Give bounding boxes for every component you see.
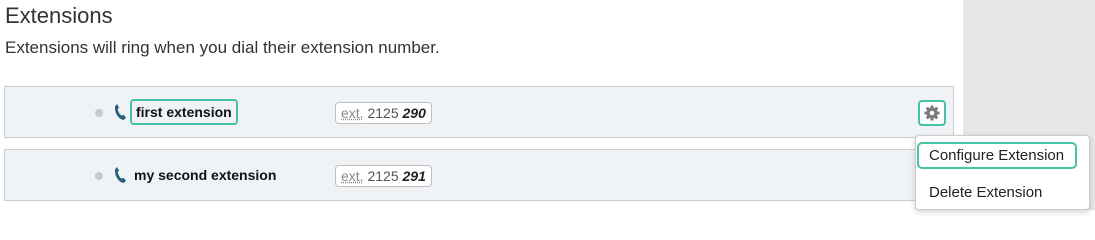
extension-name[interactable]: my second extension	[134, 167, 276, 183]
phone-icon	[113, 166, 127, 184]
ext-abbr: ext.	[341, 105, 364, 121]
ext-number: 291	[402, 168, 426, 184]
configure-extension-menu-item[interactable]: Configure Extension	[917, 142, 1077, 169]
extension-settings-button[interactable]	[918, 100, 946, 126]
extension-actions-menu: Configure Extension Delete Extension	[915, 135, 1090, 210]
ext-prefix: 2125	[367, 168, 399, 184]
ext-abbr: ext.	[341, 168, 364, 184]
phone-icon	[113, 103, 127, 121]
ext-prefix: 2125	[367, 105, 399, 121]
page-title: Extensions	[5, 3, 113, 28]
gear-icon	[924, 105, 940, 121]
page-subtitle: Extensions will ring when you dial their…	[5, 38, 440, 57]
ext-number: 290	[402, 105, 426, 121]
extension-number-badge: ext. 2125 291	[335, 165, 432, 187]
extension-number-badge: ext. 2125 290	[335, 102, 432, 124]
status-dot	[95, 172, 103, 180]
status-dot	[95, 109, 103, 117]
extension-row: my second extension ext. 2125 291	[4, 149, 954, 201]
delete-extension-menu-item[interactable]: Delete Extension	[916, 182, 1091, 203]
extension-row: first extension ext. 2125 290	[4, 86, 954, 138]
main-content: Extensions Extensions will ring when you…	[0, 0, 963, 210]
extension-name[interactable]: first extension	[130, 99, 238, 125]
